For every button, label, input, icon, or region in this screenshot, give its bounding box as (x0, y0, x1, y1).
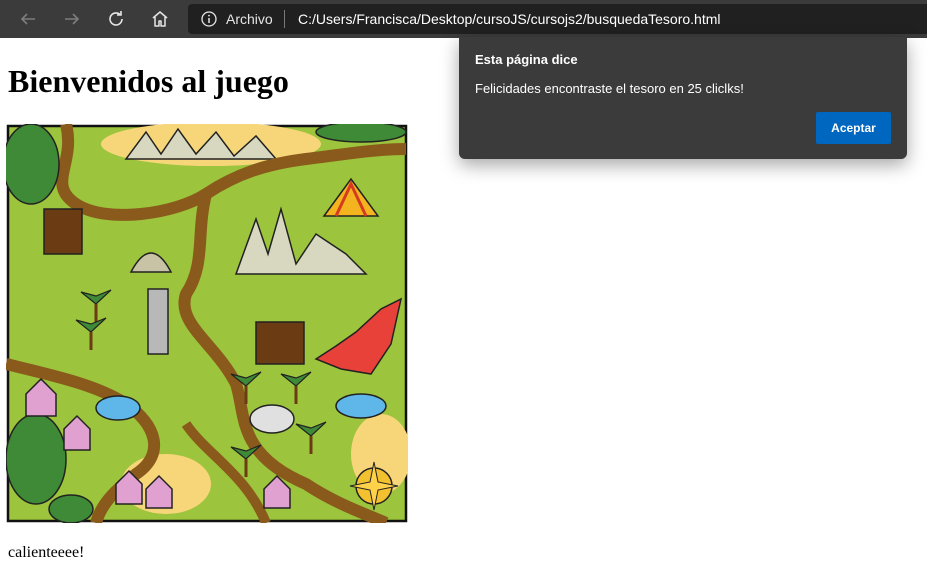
page-title: Bienvenidos al juego (8, 63, 289, 99)
back-arrow-icon (20, 13, 35, 25)
hint-text: calienteeee! (8, 544, 85, 561)
address-divider (284, 10, 285, 28)
alert-dialog: Esta página dice Felicidades encontraste… (459, 37, 907, 159)
address-bar[interactable]: Archivo C:/Users/Francisca/Desktop/curso… (188, 4, 927, 34)
info-icon[interactable] (201, 11, 217, 27)
refresh-icon (109, 11, 123, 26)
accept-button[interactable]: Aceptar (816, 112, 891, 144)
site-info-label[interactable]: Archivo (226, 11, 273, 27)
url-text[interactable]: C:/Users/Francisca/Desktop/cursoJS/curso… (298, 11, 721, 27)
home-icon (152, 11, 168, 27)
forward-button[interactable] (58, 5, 86, 33)
dialog-title: Esta página dice (475, 52, 578, 67)
dialog-message: Felicidades encontraste el tesoro en 25 … (475, 81, 744, 96)
back-button[interactable] (14, 5, 42, 33)
refresh-button[interactable] (102, 5, 130, 33)
browser-toolbar: Archivo C:/Users/Francisca/Desktop/curso… (0, 0, 927, 38)
treasure-map-image[interactable] (6, 124, 408, 523)
home-button[interactable] (146, 5, 174, 33)
forward-arrow-icon (65, 13, 80, 25)
